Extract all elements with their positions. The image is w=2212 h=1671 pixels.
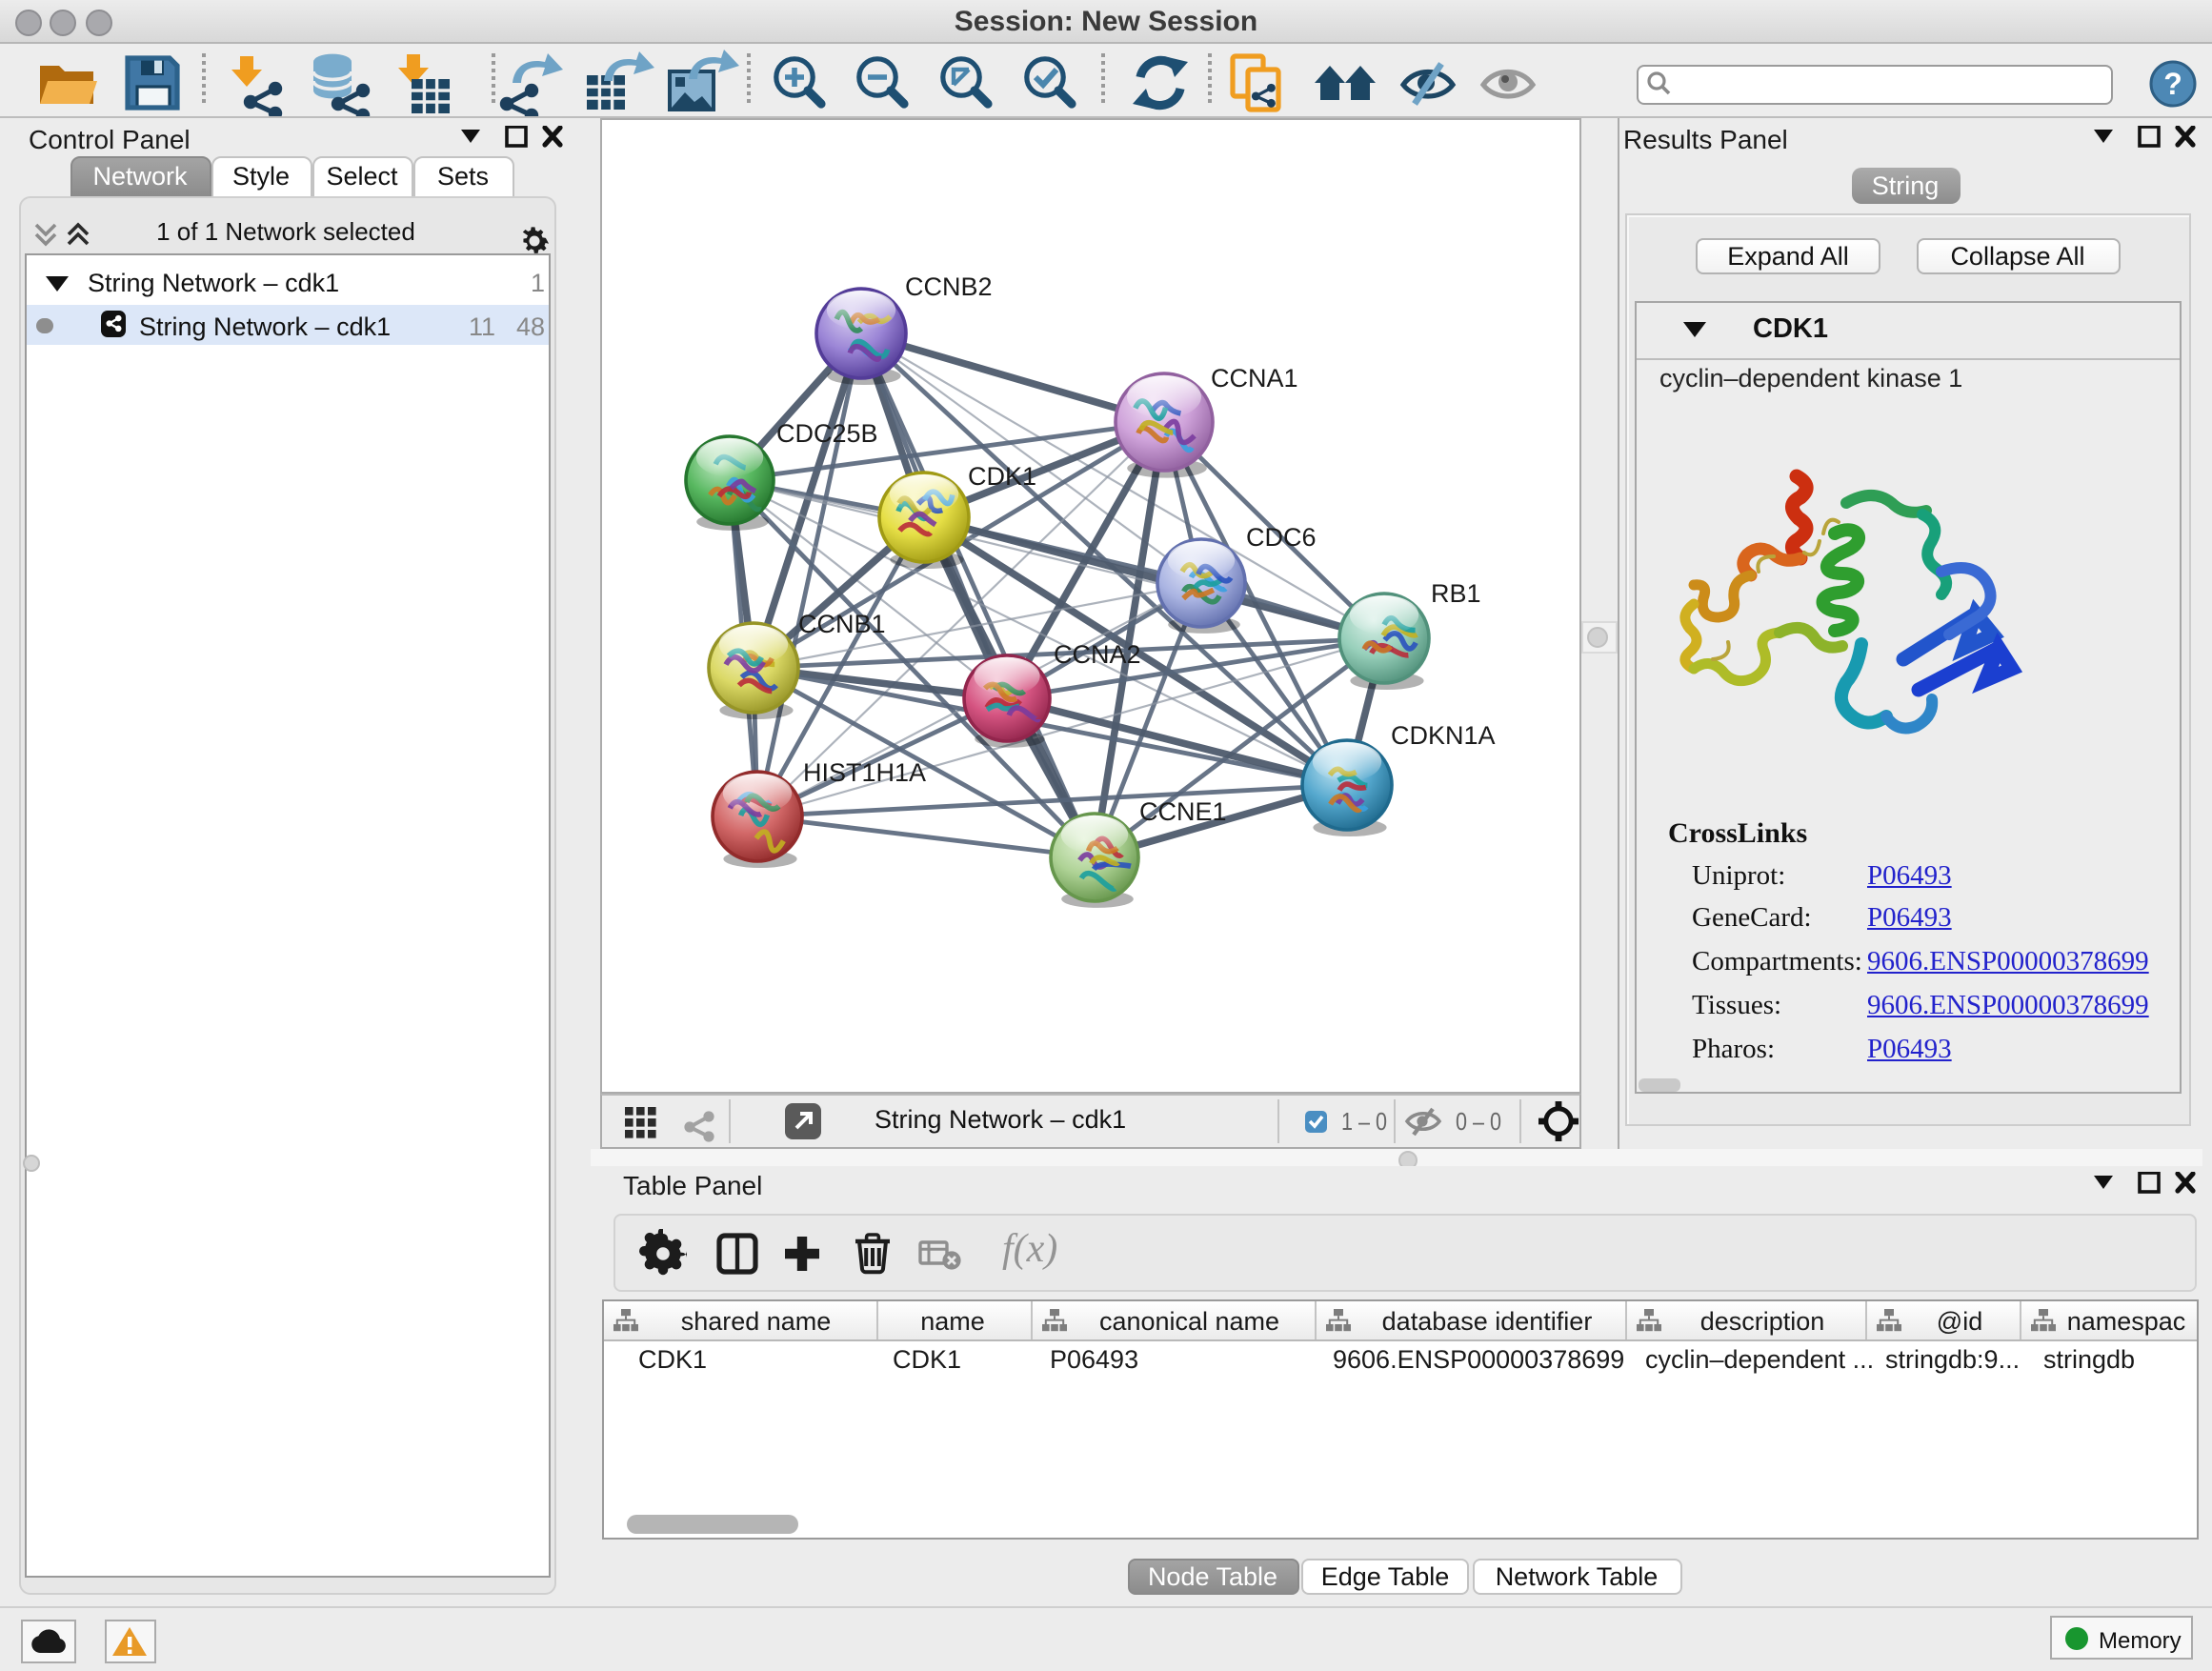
svg-text:CCNA1: CCNA1 [1211, 363, 1298, 392]
svg-text:CDC6: CDC6 [1246, 522, 1317, 551]
svg-text:CCNB2: CCNB2 [905, 272, 993, 300]
svg-text:HIST1H1A: HIST1H1A [803, 757, 926, 786]
svg-text:CDK1: CDK1 [968, 461, 1036, 490]
svg-text:RB1: RB1 [1431, 578, 1481, 607]
svg-text:1 – 0: 1 – 0 [1341, 1106, 1387, 1135]
svg-text:0 – 0: 0 – 0 [1456, 1106, 1501, 1135]
svg-text:CCNA2: CCNA2 [1054, 639, 1141, 668]
svg-text:CCNE1: CCNE1 [1139, 796, 1227, 825]
svg-text:?: ? [2163, 67, 2182, 101]
svg-text:CCNB1: CCNB1 [798, 609, 886, 637]
svg-text:CDKN1A: CDKN1A [1391, 720, 1496, 749]
svg-text:CDC25B: CDC25B [776, 418, 878, 447]
